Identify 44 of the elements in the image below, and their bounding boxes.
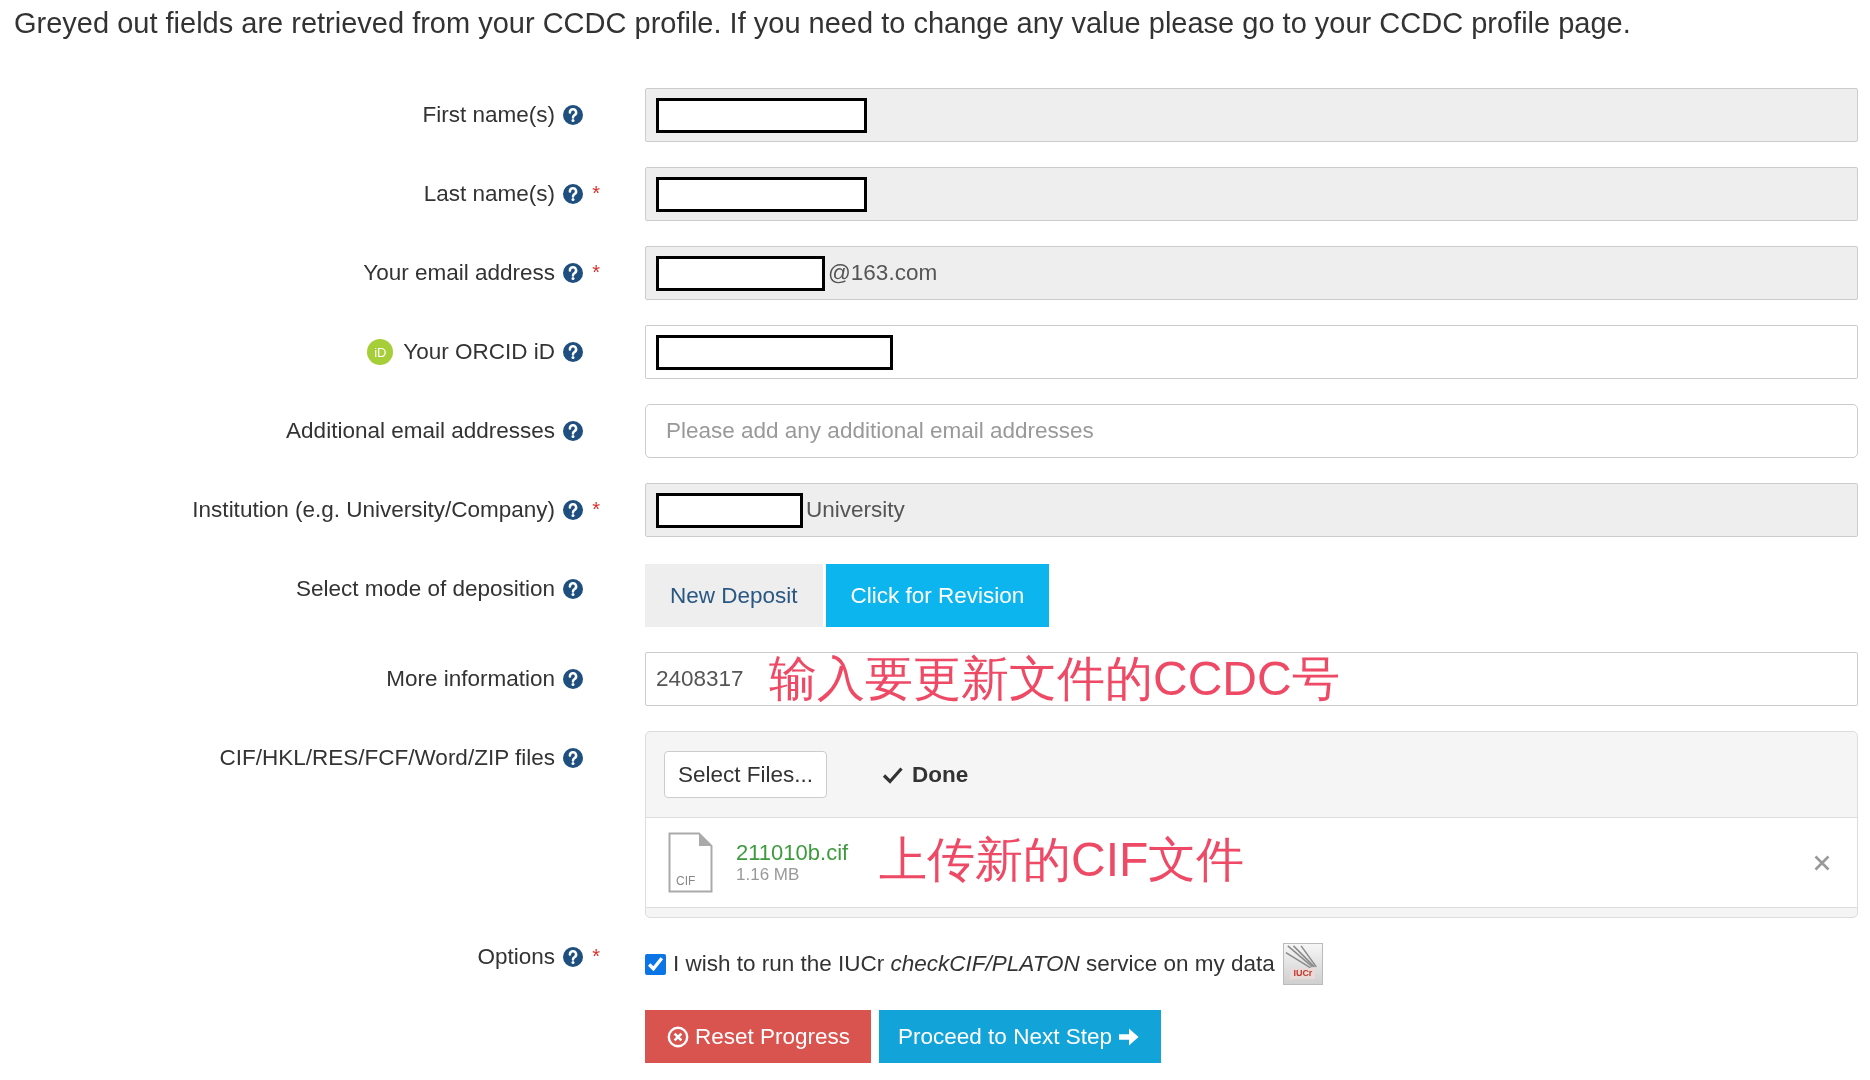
field-label: Options [477, 944, 555, 970]
file-size: 1.16 MB [736, 865, 800, 885]
close-icon [1813, 853, 1831, 872]
upload-status: Done [912, 761, 969, 788]
help-icon[interactable] [563, 105, 583, 125]
required-mark: * [592, 499, 600, 519]
field-label: CIF/HKL/RES/FCF/Word/ZIP files [219, 745, 555, 771]
help-icon[interactable] [563, 184, 583, 204]
required-mark: * [592, 946, 600, 966]
annotation-text: 输入要更新文件的CCDC号 [769, 652, 1340, 706]
circled-x-icon [667, 1025, 689, 1048]
field-label: First name(s) [422, 102, 555, 128]
help-icon[interactable] [563, 748, 583, 768]
field-label: Institution (e.g. University/Company) [192, 497, 555, 523]
checkbox[interactable] [645, 953, 666, 975]
help-icon[interactable] [563, 947, 583, 967]
reset-button[interactable]: Reset Progress [645, 1010, 872, 1063]
select-files-button[interactable]: Select Files... [664, 751, 828, 798]
field-label: Additional email addresses [286, 418, 555, 444]
field-label: Your ORCID iD [403, 339, 555, 365]
mode-button[interactable]: New Deposit [645, 564, 823, 627]
intro-text: Greyed out fields are retrieved from your CCDC profile. If you need to change any value please go to your CCDC profile page. [14, 6, 1631, 41]
orcid-logo: iD [367, 339, 394, 365]
required-mark: * [592, 262, 600, 282]
help-icon[interactable] [563, 342, 583, 362]
field-label: Your email address [363, 260, 555, 286]
help-icon[interactable] [563, 421, 583, 441]
help-icon[interactable] [563, 263, 583, 283]
help-icon[interactable] [563, 579, 583, 599]
field-label: Select mode of deposition [296, 576, 555, 602]
input-field[interactable]: Please add any additional email addresses [645, 404, 1858, 458]
file-icon: CIF [668, 832, 713, 893]
required-mark: * [592, 183, 600, 203]
help-icon[interactable] [563, 669, 583, 689]
file-name: 211010b.cif [736, 840, 849, 865]
input-field[interactable] [645, 325, 1858, 379]
field-label: Last name(s) [423, 181, 555, 207]
annotation-text: 上传新的CIF文件 [879, 832, 1245, 887]
field-label: More information [386, 666, 555, 692]
iucr-logo: IUCr [1282, 943, 1323, 985]
option-text: I wish to run the IUCr checkCIF/PLATON service on my data [673, 951, 1275, 977]
check-icon [882, 765, 904, 784]
remove-file-button[interactable] [1813, 853, 1831, 872]
help-icon[interactable] [563, 500, 583, 520]
